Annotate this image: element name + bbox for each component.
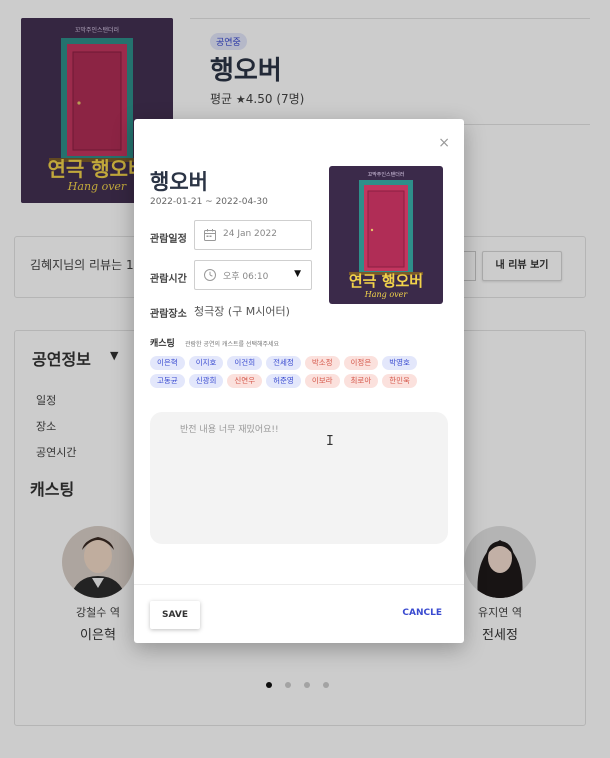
review-modal: × 행오버 2022-01-21 ~ 2022-04-30 연극 행오버 Han… xyxy=(134,119,464,643)
cast-chip[interactable]: 허준영 xyxy=(266,374,301,388)
cast-chip[interactable]: 이건희 xyxy=(227,356,263,370)
calendar-icon xyxy=(204,229,216,241)
divider xyxy=(134,584,464,585)
date-value: 24 Jan 2022 xyxy=(223,229,277,239)
modal-poster-image: 연극 행오버 Hang over 꼬막주인스탠더러 xyxy=(329,166,443,304)
cast-chip[interactable]: 이보라 xyxy=(304,374,340,388)
chevron-down-icon: ▼ xyxy=(294,269,301,279)
cast-chip[interactable]: 이지호 xyxy=(188,356,224,370)
cancel-button[interactable]: CANCLE xyxy=(402,608,442,618)
cast-chip[interactable]: 박소정 xyxy=(304,356,340,370)
time-select[interactable]: 오후 06:10 ▼ xyxy=(194,260,312,290)
venue-label: 관람장소 xyxy=(150,309,187,320)
cast-chip[interactable]: 전세정 xyxy=(266,356,301,370)
poster-sub-text: Hang over xyxy=(364,290,409,299)
close-icon[interactable]: × xyxy=(438,135,450,151)
cast-label: 캐스팅 xyxy=(150,339,175,349)
modal-title: 행오버 xyxy=(150,170,208,194)
cast-chip[interactable]: 최로아 xyxy=(343,374,379,388)
save-button[interactable]: SAVE xyxy=(150,601,200,629)
date-picker[interactable]: 24 Jan 2022 xyxy=(194,220,312,250)
clock-icon xyxy=(204,269,216,281)
poster-top-text: 꼬막주인스탠더러 xyxy=(368,171,405,178)
cast-chip[interactable]: 고동균 xyxy=(150,374,185,388)
venue-value: 청극장 (구 M시어터) xyxy=(194,305,290,318)
show-dates: 2022-01-21 ~ 2022-04-30 xyxy=(150,197,268,207)
cast-chip[interactable]: 이은혁 xyxy=(150,356,185,370)
cast-chip[interactable]: 한민욱 xyxy=(382,374,417,388)
cast-hint: 관람한 공연의 캐스트를 선택해주세요 xyxy=(185,341,280,348)
cast-chip[interactable]: 신광희 xyxy=(188,374,224,388)
time-label: 관람시간 xyxy=(150,274,187,285)
cast-chip-list: 이은혁 이지호 이건희 전세정 박소정 이정은 박영호 고동균 신광희 신연우 … xyxy=(150,356,450,388)
review-textarea[interactable] xyxy=(150,412,448,544)
cast-chip[interactable]: 이정은 xyxy=(343,356,379,370)
time-value: 오후 06:10 xyxy=(223,272,269,282)
cast-chip[interactable]: 박영호 xyxy=(382,356,417,370)
text-cursor-icon: I xyxy=(326,434,334,449)
poster-main-text: 연극 행오버 xyxy=(349,272,423,290)
cast-chip[interactable]: 신연우 xyxy=(227,374,263,388)
date-label: 관람일정 xyxy=(150,234,187,245)
